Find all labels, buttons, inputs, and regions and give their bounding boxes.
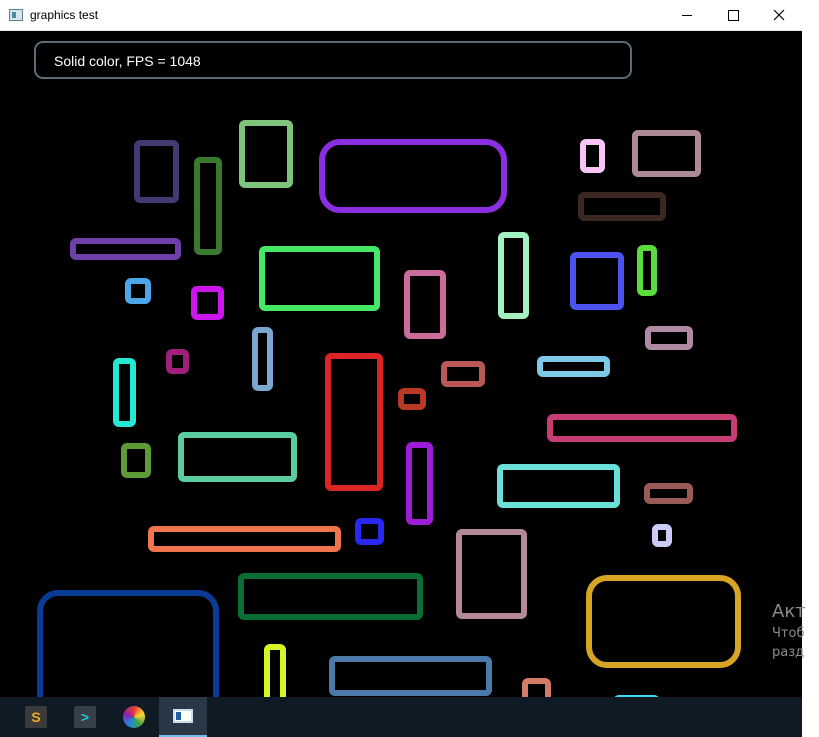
taskbar: S > xyxy=(0,697,802,737)
outlined-rectangle xyxy=(578,192,666,221)
outlined-rectangle xyxy=(406,442,433,525)
app-window: graphics test Solid color, FPS = 1048 xyxy=(0,0,802,697)
outlined-rectangle xyxy=(398,388,426,410)
close-button[interactable] xyxy=(756,0,802,30)
outlined-rectangle xyxy=(238,573,423,620)
desktop-edge xyxy=(802,0,819,697)
outlined-rectangle xyxy=(580,139,605,173)
paint-icon xyxy=(123,706,145,728)
windows-activation-watermark: Акт Чтоб разд xyxy=(772,600,806,662)
graphics-test-window-icon xyxy=(173,709,193,723)
outlined-rectangle xyxy=(239,120,293,188)
outlined-rectangle xyxy=(522,678,551,697)
outlined-rectangle xyxy=(325,353,383,491)
outlined-rectangle xyxy=(586,575,741,668)
minimize-icon xyxy=(682,14,692,16)
outlined-rectangle xyxy=(644,483,693,504)
outlined-rectangle xyxy=(264,644,286,697)
outlined-rectangle xyxy=(148,526,341,552)
outlined-rectangle xyxy=(252,327,273,391)
minimize-button[interactable] xyxy=(664,0,710,30)
outlined-rectangle xyxy=(537,356,610,377)
outlined-rectangle xyxy=(547,414,737,442)
maximize-icon xyxy=(727,9,739,21)
outlined-rectangle xyxy=(121,443,151,478)
outlined-rectangle xyxy=(194,157,222,255)
outlined-rectangle xyxy=(355,518,384,545)
outlined-rectangle xyxy=(632,130,701,177)
title-bar[interactable]: graphics test xyxy=(0,0,802,31)
taskbar-item-terminal[interactable]: > xyxy=(61,697,109,737)
window-title: graphics test xyxy=(30,8,99,22)
outlined-rectangle xyxy=(191,286,224,320)
outlined-rectangle xyxy=(319,139,507,213)
app-icon xyxy=(9,9,23,21)
activation-line: разд xyxy=(772,645,805,660)
outlined-rectangle xyxy=(652,524,672,547)
sublime-text-icon: S xyxy=(25,706,47,728)
outlined-rectangle xyxy=(404,270,446,339)
outlined-rectangle xyxy=(70,238,181,260)
outlined-rectangle xyxy=(37,590,219,697)
outlined-rectangle xyxy=(259,246,380,311)
maximize-button[interactable] xyxy=(710,0,756,30)
close-icon xyxy=(773,9,785,21)
outlined-rectangle xyxy=(178,432,297,482)
render-canvas xyxy=(37,120,741,697)
taskbar-item-paint[interactable] xyxy=(110,697,158,737)
terminal-icon: > xyxy=(74,706,96,728)
fps-overlay: Solid color, FPS = 1048 xyxy=(34,41,632,79)
outlined-rectangle xyxy=(570,252,624,310)
outlined-rectangle xyxy=(637,245,657,296)
outlined-rectangle xyxy=(113,358,136,427)
outlined-rectangle xyxy=(329,656,492,696)
outlined-rectangle xyxy=(645,326,693,350)
activation-line: Чтоб xyxy=(772,626,805,641)
outlined-rectangle xyxy=(125,278,151,304)
activation-title: Акт xyxy=(772,601,806,622)
outlined-rectangle xyxy=(498,232,529,319)
outlined-rectangle xyxy=(166,349,189,374)
outlined-rectangle xyxy=(497,464,620,508)
outlined-rectangle xyxy=(134,140,179,203)
outlined-rectangle xyxy=(456,529,527,619)
taskbar-item-sublime[interactable]: S xyxy=(12,697,60,737)
fps-label: Solid color, FPS = 1048 xyxy=(54,53,201,69)
taskbar-item-graphics-test[interactable] xyxy=(159,697,207,737)
outlined-rectangle xyxy=(441,361,485,387)
